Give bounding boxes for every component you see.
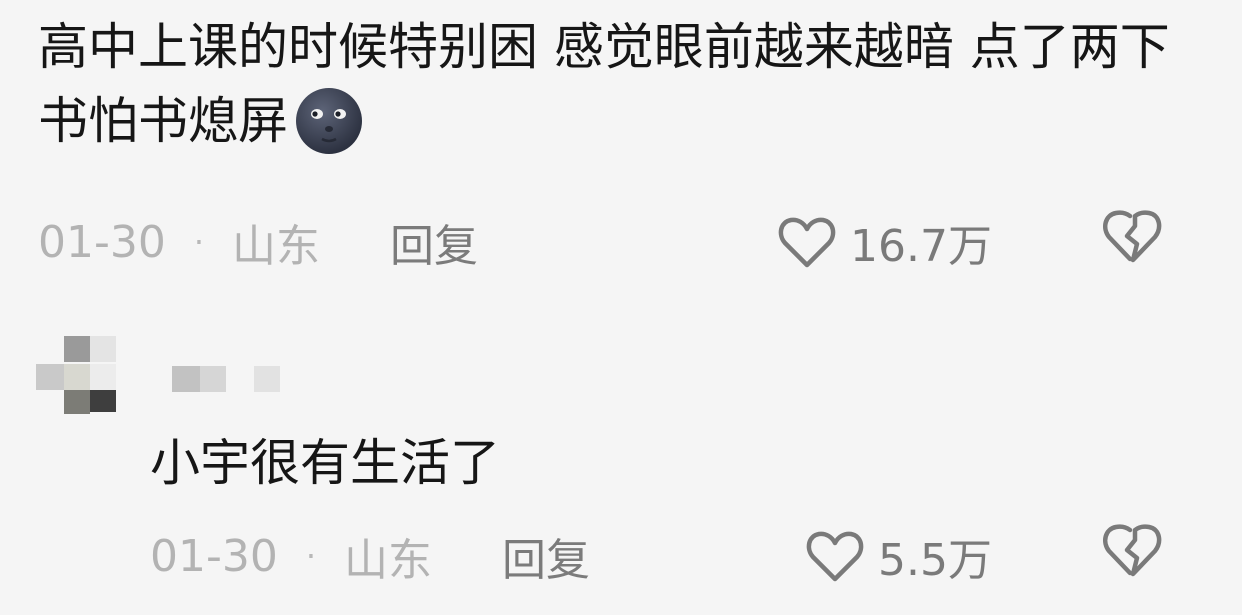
comment-meta: 01-30 · 山东 回复 xyxy=(150,524,590,588)
avatar[interactable] xyxy=(36,336,122,416)
reply-button[interactable]: 回复 xyxy=(390,210,478,274)
dislike-button[interactable] xyxy=(1100,208,1164,270)
broken-heart-icon xyxy=(1102,524,1162,577)
like-button[interactable]: 5.5万 xyxy=(806,524,992,588)
like-count: 5.5万 xyxy=(878,535,992,586)
comment-date: 01-30 xyxy=(150,530,278,582)
dislike-button[interactable] xyxy=(1100,522,1164,584)
comment-meta: 01-30 · 山东 回复 xyxy=(38,210,478,274)
broken-heart-icon xyxy=(1102,210,1162,263)
like-count: 16.7万 xyxy=(850,221,992,272)
meta-separator: · xyxy=(193,223,205,261)
meta-separator: · xyxy=(305,537,317,575)
comment-text: 高中上课的时候特别困 感觉眼前越来越暗 点了两下书怕书熄屏 xyxy=(38,10,1188,159)
new-moon-face-icon xyxy=(292,87,366,155)
reply-button[interactable]: 回复 xyxy=(502,524,590,588)
comment-location: 山东 xyxy=(344,535,433,586)
comment-location: 山东 xyxy=(232,221,321,272)
username-pixelated[interactable] xyxy=(172,364,292,392)
like-button[interactable]: 16.7万 xyxy=(778,210,992,274)
reply-text: 小宇很有生活了 xyxy=(150,434,500,492)
heart-icon xyxy=(778,217,836,268)
comment-date: 01-30 xyxy=(38,216,166,268)
heart-icon xyxy=(806,531,864,582)
comment-thread: 高中上课的时候特别困 感觉眼前越来越暗 点了两下书怕书熄屏 01-30 · 山东… xyxy=(0,0,1242,615)
comment-text-content: 高中上课的时候特别困 感觉眼前越来越暗 点了两下书怕书熄屏 xyxy=(38,18,1170,150)
